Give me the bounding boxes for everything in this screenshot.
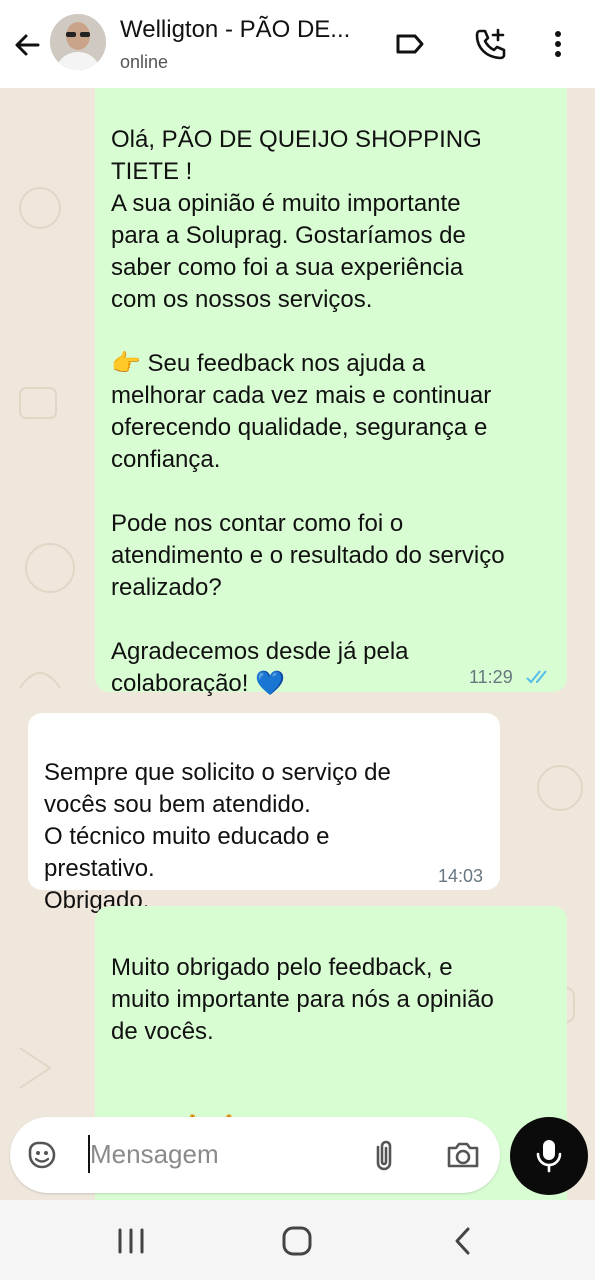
- message-text: Sempre que solicito o serviço de vocês s…: [44, 759, 391, 914]
- recent-apps-icon[interactable]: [114, 1226, 148, 1256]
- camera-icon[interactable]: [444, 1137, 482, 1173]
- sticker-icon[interactable]: [24, 1137, 60, 1173]
- label-icon[interactable]: [392, 26, 428, 62]
- avatar-image: [50, 14, 106, 70]
- message-text: Muito obrigado pelo feedback, e muito im…: [111, 954, 494, 1141]
- microphone-icon: [536, 1140, 562, 1173]
- back-arrow-icon[interactable]: [8, 25, 48, 65]
- more-options-icon[interactable]: [540, 26, 576, 62]
- contact-status: online: [120, 52, 169, 72]
- read-ticks-icon: [526, 670, 547, 684]
- add-call-icon[interactable]: [472, 26, 508, 62]
- home-icon[interactable]: [280, 1224, 314, 1258]
- message-bubble-outgoing[interactable]: Olá, PÃO DE QUEIJO SHOPPING TIETE ! A su…: [95, 88, 567, 697]
- message-time: 11:29: [469, 667, 513, 687]
- chat-header: Welligton - PÃO DE... online: [0, 0, 595, 88]
- message-input[interactable]: Mensagem: [90, 1139, 219, 1170]
- message-bubble-incoming[interactable]: Sempre que solicito o serviço de vocês s…: [28, 713, 500, 914]
- chat-area[interactable]: Olá, PÃO DE QUEIJO SHOPPING TIETE ! A su…: [0, 88, 595, 1200]
- contact-avatar[interactable]: [50, 14, 106, 70]
- message-text: Olá, PÃO DE QUEIJO SHOPPING TIETE ! A su…: [111, 126, 505, 697]
- attach-icon[interactable]: [366, 1137, 402, 1173]
- system-navigation-bar: [0, 1200, 595, 1280]
- back-nav-icon[interactable]: [448, 1224, 478, 1258]
- voice-message-button[interactable]: [510, 1117, 588, 1195]
- message-time: 14:03: [438, 866, 484, 886]
- message-composer: Mensagem: [10, 1117, 500, 1193]
- contact-name[interactable]: Welligton - PÃO DE...: [120, 16, 350, 44]
